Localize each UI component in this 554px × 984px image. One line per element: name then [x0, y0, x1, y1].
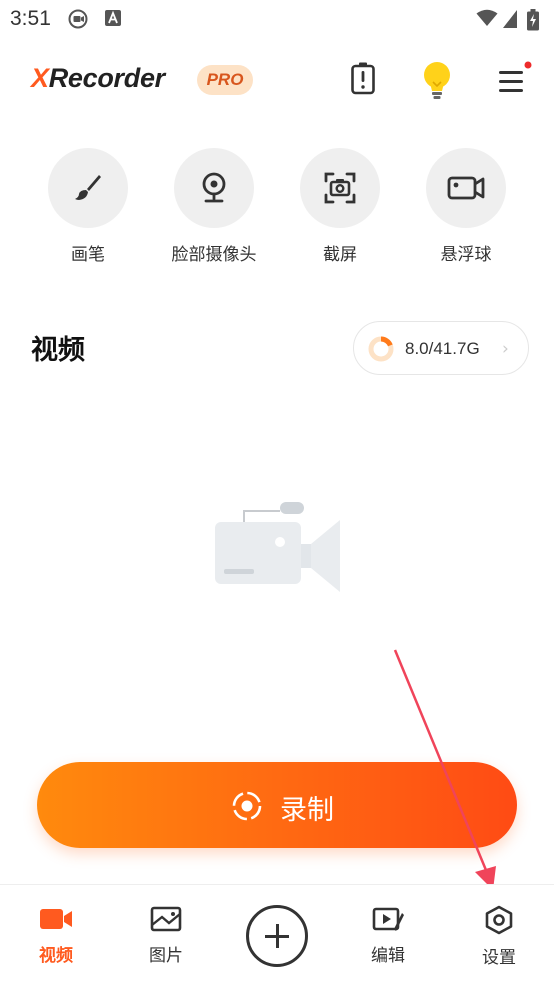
chevron-right-icon: ›	[502, 339, 509, 359]
menu-icon[interactable]	[496, 61, 532, 97]
wifi-icon	[476, 9, 498, 26]
nav-edit[interactable]: 编辑	[343, 905, 433, 966]
screen-record-status-icon	[68, 9, 88, 29]
webcam-icon	[202, 172, 226, 203]
record-button-label: 录制	[280, 795, 334, 826]
keyboard-status-icon	[105, 10, 121, 26]
floating-ball-icon	[447, 176, 485, 200]
storage-indicator[interactable]: 8.0/41.7G ›	[353, 321, 529, 375]
tool-screenshot[interactable]: 截屏	[285, 148, 395, 265]
tool-floating-ball-label: 悬浮球	[440, 245, 492, 265]
bottom-nav: 视频 图片 编辑 设置	[0, 884, 554, 984]
tool-facecam[interactable]: 脸部摄像头	[159, 148, 269, 265]
brush-icon	[75, 175, 101, 200]
tool-facecam-label: 脸部摄像头	[171, 245, 257, 265]
edit-video-icon	[372, 907, 404, 931]
tool-floating-ball[interactable]: 悬浮球	[411, 148, 521, 265]
lightbulb-icon[interactable]	[421, 61, 453, 101]
storage-usage-ring	[368, 336, 394, 362]
status-time: 3:51	[10, 7, 51, 30]
nav-videos-label: 视频	[39, 946, 73, 966]
video-section-title: 视频	[31, 335, 85, 366]
settings-icon	[485, 905, 513, 935]
screenshot-icon	[324, 172, 356, 204]
image-icon	[150, 906, 182, 932]
tool-screenshot-label: 截屏	[323, 245, 357, 265]
empty-video-illustration	[215, 502, 340, 592]
notification-dot	[524, 61, 532, 69]
battery-charging-icon	[527, 9, 539, 31]
add-button[interactable]	[246, 905, 308, 967]
tool-brush[interactable]: 画笔	[33, 148, 143, 265]
tool-brush-label: 画笔	[71, 245, 105, 265]
record-icon	[232, 791, 262, 821]
nav-edit-label: 编辑	[371, 946, 405, 966]
nav-images-label: 图片	[149, 946, 183, 966]
pro-badge[interactable]: PRO	[197, 65, 253, 95]
app-header: XRecorder PRO	[0, 55, 554, 107]
nav-settings-label: 设置	[482, 948, 516, 968]
storage-text: 8.0/41.7G	[405, 339, 480, 358]
record-button[interactable]: 录制	[37, 762, 517, 848]
app-logo: XRecorder	[31, 63, 165, 93]
status-bar: 3:51	[0, 0, 554, 40]
nav-settings[interactable]: 设置	[454, 905, 544, 968]
battery-alert-icon[interactable]	[350, 61, 376, 95]
video-icon	[40, 909, 72, 929]
nav-videos[interactable]: 视频	[11, 905, 101, 966]
signal-icon	[503, 10, 517, 28]
nav-images[interactable]: 图片	[121, 905, 211, 966]
